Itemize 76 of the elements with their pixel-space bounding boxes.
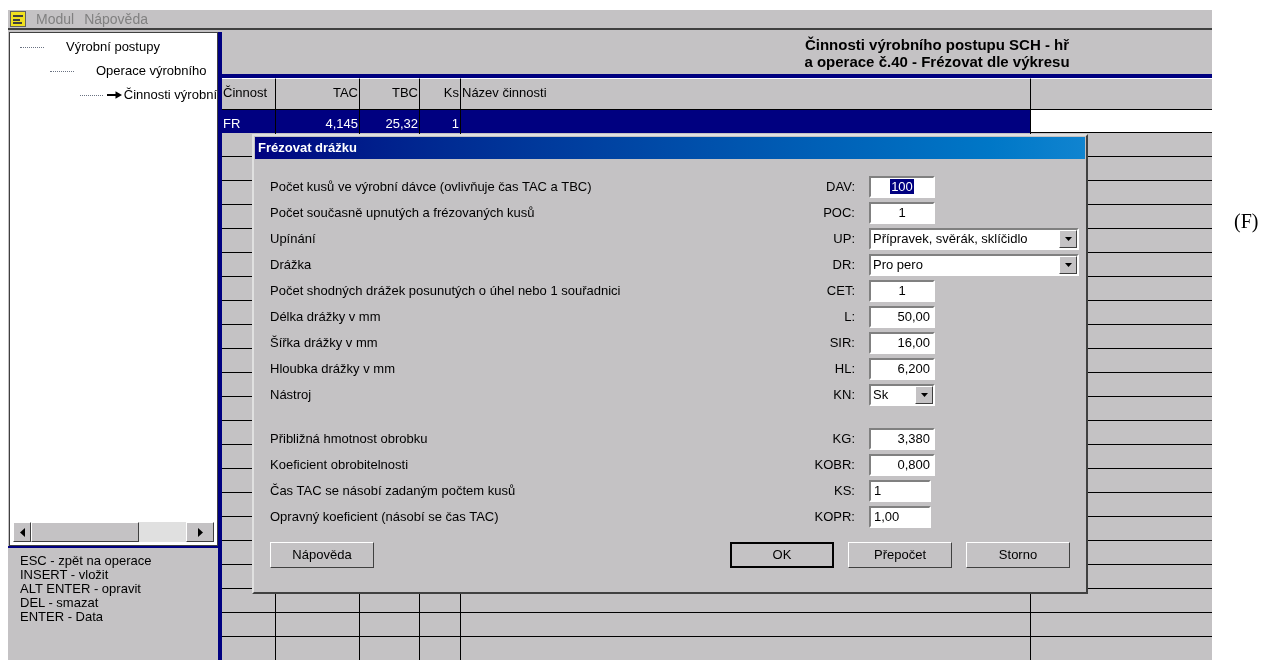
input-field[interactable]: 1 (869, 280, 935, 302)
panel-title: a operace č.40 - Frézovat dle výkresu (804, 53, 1070, 70)
field-code: KS: (833, 482, 855, 501)
field-label: Čas TAC se násobí zadaným počtem kusů (270, 482, 517, 501)
tree-item[interactable]: Činnosti výrobní (123, 85, 217, 105)
scroll-left-button[interactable] (13, 522, 31, 542)
table-cell: 25,32 (360, 110, 420, 133)
scroll-thumb[interactable] (31, 522, 139, 542)
shortcut-hint: ESC - zpět na operace (20, 554, 153, 568)
column-header[interactable]: Název činnosti (461, 78, 1031, 109)
shortcut-hint: ENTER - Data (20, 610, 105, 624)
dropdown[interactable]: Přípravek, svěrák, sklíčidlo (869, 228, 1079, 250)
field-label: Upínání (270, 230, 317, 249)
field-label: Hloubka drážky v mm (270, 360, 396, 379)
field-label: Drážka (270, 256, 313, 275)
input-field[interactable]: 50,00 (869, 306, 935, 328)
caret-icon (920, 393, 928, 397)
field-label: Šířka drážky v mm (270, 334, 379, 353)
dialog-button[interactable]: Přepočet (848, 542, 952, 568)
field-label: Přibližná hmotnost obrobku (270, 430, 429, 449)
panel-title: Činnosti výrobního postupu SCH - hř (804, 36, 1070, 53)
field-label: Koeficient obrobitelnosti (270, 456, 410, 475)
dropdown[interactable]: Pro pero (869, 254, 1079, 276)
left-arrow-icon (19, 527, 25, 537)
field-code: DAV: (825, 178, 855, 197)
column-header[interactable]: Ks (420, 78, 461, 109)
field-label: Počet kusů ve výrobní dávce (ovlivňuje čas TAC a TBC) (270, 178, 593, 197)
field-code: KN: (832, 386, 855, 405)
input-field[interactable]: 100 (869, 176, 935, 198)
input-field[interactable]: 16,00 (869, 332, 935, 354)
field-code: KOPR: (813, 508, 855, 527)
field-label: Délka drážky v mm (270, 308, 382, 327)
table-cell: FR (222, 110, 276, 133)
column-header[interactable]: TBC (360, 78, 420, 109)
dropdown-button[interactable] (1059, 256, 1077, 274)
horizontal-scrollbar[interactable] (13, 522, 214, 542)
caret-icon (1064, 237, 1072, 241)
field-code: HL: (833, 360, 855, 379)
field-label: Počet současně upnutých a frézovaných kusů (270, 204, 536, 223)
field-code: UP: (832, 230, 855, 249)
tree-item[interactable]: Výrobní postupy (66, 37, 160, 57)
right-arrow-icon (197, 527, 203, 537)
tree-item[interactable]: Operace výrobního (96, 61, 207, 81)
shortcut-hint: DEL - smazat (20, 596, 100, 610)
input-field[interactable]: 1 (869, 480, 931, 502)
dropdown[interactable]: Sk (869, 384, 935, 406)
dialog-button[interactable]: Storno (966, 542, 1070, 568)
input-field[interactable]: 1,00 (869, 506, 931, 528)
field-code: SIR: (828, 334, 855, 353)
dialog-button[interactable]: OK (730, 542, 834, 568)
input-field[interactable]: 3,380 (869, 428, 935, 450)
field-code: POC: (822, 204, 855, 223)
table-cell: 1 (420, 110, 461, 133)
figure-label: (F) (1234, 209, 1259, 235)
dropdown-button[interactable] (915, 386, 933, 404)
shortcut-hint: ALT ENTER - opravit (20, 582, 142, 596)
input-field[interactable]: 0,800 (869, 454, 935, 476)
column-header[interactable]: TAC (276, 78, 360, 109)
caret-icon (1064, 263, 1072, 267)
table-cell: 4,145 (276, 110, 360, 133)
field-code: DR: (831, 256, 855, 275)
help-button[interactable]: Nápověda (270, 542, 374, 568)
field-code: KOBR: (813, 456, 855, 475)
scroll-right-button[interactable] (186, 522, 214, 542)
field-label: Nástroj (270, 386, 313, 405)
dialog-title: Frézovat drážku (255, 137, 1085, 159)
column-header[interactable]: Činnost (222, 78, 276, 109)
field-code: CET: (825, 282, 855, 301)
input-field[interactable]: 1 (869, 202, 935, 224)
field-code: KG: (831, 430, 855, 449)
field-code: L: (843, 308, 855, 327)
field-label: Opravný koeficient (násobí se čas TAC) (270, 508, 500, 527)
input-field[interactable]: 6,200 (869, 358, 935, 380)
field-label: Počet shodných drážek posunutých o úhel nebo 1 souřadnici (270, 282, 622, 301)
dropdown-button[interactable] (1059, 230, 1077, 248)
shortcut-hint: INSERT - vložit (20, 568, 109, 582)
